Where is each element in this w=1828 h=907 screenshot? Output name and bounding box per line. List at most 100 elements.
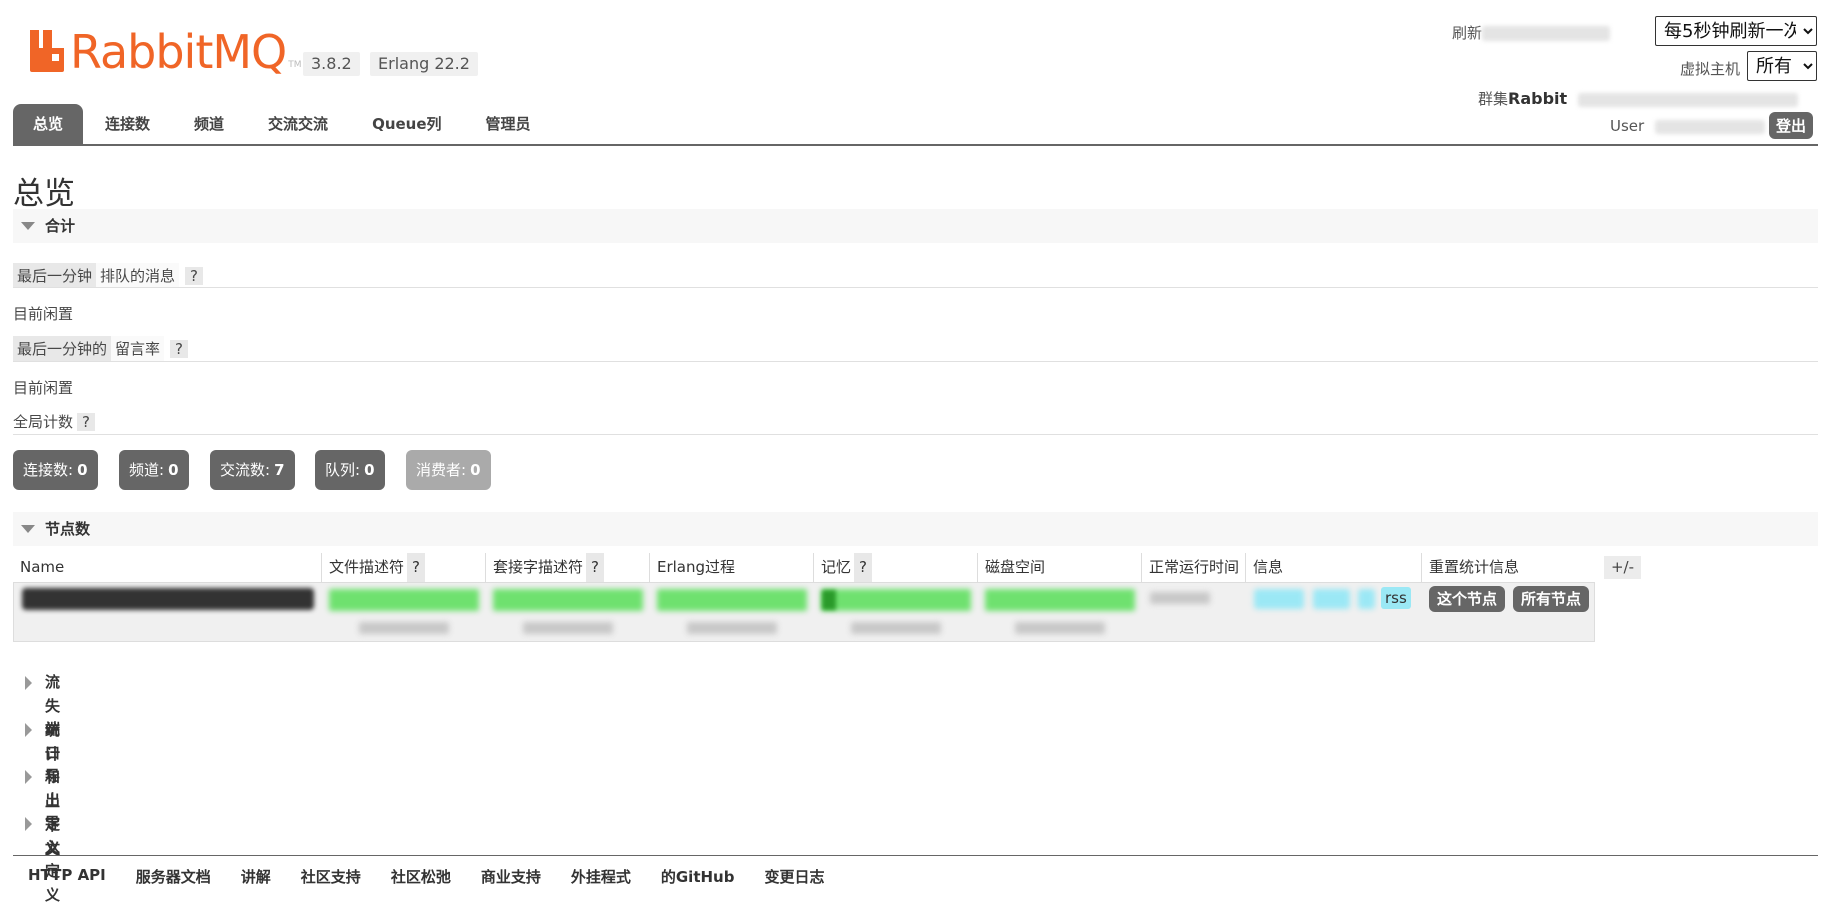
erlang-processes-bar	[657, 589, 807, 611]
nodes-section-label: 节点数	[45, 520, 91, 538]
divider	[13, 361, 1818, 362]
help-icon[interactable]: ?	[185, 267, 204, 285]
tab-exchanges[interactable]: 交流交流	[246, 104, 350, 145]
exchanges-counter[interactable]: 交流数: 7	[210, 450, 295, 490]
col-socket-descriptors: 套接字描述符?	[486, 553, 650, 582]
footer-divider	[13, 855, 1818, 856]
refresh-timestamp	[1482, 26, 1611, 41]
refresh-info: 刷新	[1452, 22, 1611, 43]
global-counts-heading: 全局计数?	[13, 411, 96, 432]
cluster-info: 群集Rabbit	[1478, 88, 1798, 109]
reset-this-node-button[interactable]: 这个节点	[1429, 586, 1506, 612]
tab-admin[interactable]: 管理员	[464, 104, 553, 145]
erlang-processes-sub	[687, 622, 777, 634]
reset-all-nodes-button[interactable]: 所有节点	[1513, 586, 1590, 612]
tab-overview[interactable]: 总览	[13, 104, 84, 145]
channels-counter[interactable]: 频道: 0	[119, 450, 189, 490]
col-uptime: 正常运行时间	[1142, 553, 1246, 582]
global-counts-label: 全局计数	[13, 413, 74, 431]
help-icon[interactable]: ?	[407, 553, 426, 582]
tab-divider	[13, 144, 1818, 146]
divider	[13, 434, 1818, 435]
queues-counter[interactable]: 队列: 0	[315, 450, 385, 490]
rabbit-logo-icon	[28, 30, 66, 74]
tab-queues[interactable]: Queue列	[350, 104, 463, 145]
info-tag-blurred	[1254, 589, 1304, 609]
message-rates-label: 留言率	[111, 336, 165, 361]
col-memory: 记忆?	[814, 553, 978, 582]
footer-link-changelog[interactable]: 变更日志	[764, 866, 824, 887]
rss-tag: rss	[1381, 587, 1411, 609]
user-info: User	[1610, 117, 1765, 135]
vhost-label: 虚拟主机	[1680, 60, 1741, 78]
info-tag-blurred	[1313, 589, 1350, 609]
divider	[13, 287, 1818, 288]
footer-link-commercial-support[interactable]: 商业支持	[481, 866, 541, 887]
logout-button[interactable]: 登出	[1769, 112, 1814, 139]
collapsed-triangle-icon	[25, 817, 32, 831]
col-reset-stats: 重置统计信息	[1422, 553, 1595, 582]
col-erlang-processes: Erlang过程	[650, 553, 814, 582]
help-icon[interactable]: ?	[77, 413, 96, 431]
nodes-section-header[interactable]: 节点数	[13, 512, 1818, 546]
idle-text: 目前闲置	[13, 379, 74, 397]
collapsed-triangle-icon	[25, 723, 32, 737]
tab-connections[interactable]: 连接数	[83, 104, 172, 145]
col-name: Name	[13, 553, 322, 582]
col-disk-space: 磁盘空间	[978, 553, 1142, 582]
queued-period-pill[interactable]: 最后一分钟	[13, 263, 97, 288]
refresh-interval-select[interactable]: 每5秒钟刷新一次	[1655, 16, 1817, 46]
footer-links: HTTP API 服务器文档 讲解 社区支持 社区松弛 商业支持 外挂程式 的G…	[28, 866, 854, 887]
refresh-label: 刷新	[1452, 24, 1483, 42]
socket-descriptors-sub	[523, 622, 613, 634]
file-descriptors-sub	[359, 622, 449, 634]
totals-section-header[interactable]: 合计	[13, 209, 1818, 243]
expanded-triangle-icon	[21, 222, 35, 230]
disk-space-sub	[1015, 622, 1105, 634]
rate-period-pill[interactable]: 最后一分钟的	[13, 336, 112, 361]
footer-link-community-support[interactable]: 社区支持	[301, 866, 361, 887]
rabbitmq-logo: RabbitMQ TM	[28, 28, 302, 76]
memory-sub	[851, 622, 941, 634]
column-toggle-button[interactable]: +/-	[1604, 556, 1641, 579]
expanded-triangle-icon	[21, 525, 35, 533]
help-icon[interactable]: ?	[854, 553, 873, 582]
footer-link-community-slack[interactable]: 社区松弛	[391, 866, 451, 887]
consumers-counter[interactable]: 消费者: 0	[406, 450, 491, 490]
disk-space-bar	[985, 589, 1135, 611]
uptime-value	[1150, 592, 1210, 604]
cluster-name: Rabbit	[1508, 89, 1568, 108]
collapsed-triangle-icon	[25, 676, 32, 690]
queued-messages-label: 排队的消息	[96, 263, 180, 288]
footer-link-tutorials[interactable]: 讲解	[241, 866, 271, 887]
socket-descriptors-bar	[493, 589, 643, 611]
file-descriptors-bar	[329, 589, 479, 611]
col-file-descriptors: 文件描述符?	[322, 553, 486, 582]
version-badge: 3.8.2	[303, 52, 360, 76]
cluster-label: 群集	[1478, 90, 1509, 108]
queued-messages-heading: 最后一分钟 排队的消息?	[13, 263, 204, 288]
node-name-link[interactable]	[22, 588, 314, 610]
idle-text: 目前闲置	[13, 305, 74, 323]
connections-counter[interactable]: 连接数: 0	[13, 450, 98, 490]
tab-channels[interactable]: 频道	[172, 104, 246, 145]
help-icon[interactable]: ?	[586, 553, 605, 582]
footer-link-http-api[interactable]: HTTP API	[28, 866, 106, 887]
memory-bar	[821, 589, 971, 611]
footer-link-plugins[interactable]: 外挂程式	[571, 866, 631, 887]
memory-bar-fill	[822, 590, 836, 610]
user-label: User	[1610, 117, 1645, 135]
footer-link-server-docs[interactable]: 服务器文档	[136, 866, 211, 887]
main-tabs: 总览 连接数 频道 交流交流 Queue列 管理员	[13, 104, 553, 145]
totals-section-label: 合计	[45, 217, 76, 235]
user-name	[1654, 119, 1765, 134]
info-tag-blurred	[1358, 589, 1375, 609]
erlang-version-badge: Erlang 22.2	[370, 52, 478, 76]
message-rates-heading: 最后一分钟的 留言率?	[13, 336, 189, 361]
collapsed-triangle-icon	[25, 770, 32, 784]
col-info: 信息	[1246, 553, 1422, 582]
vhost-select[interactable]: 所有	[1747, 51, 1817, 81]
page-title: 总览	[13, 176, 75, 212]
footer-link-github[interactable]: 的GitHub	[661, 866, 735, 887]
help-icon[interactable]: ?	[170, 340, 189, 358]
